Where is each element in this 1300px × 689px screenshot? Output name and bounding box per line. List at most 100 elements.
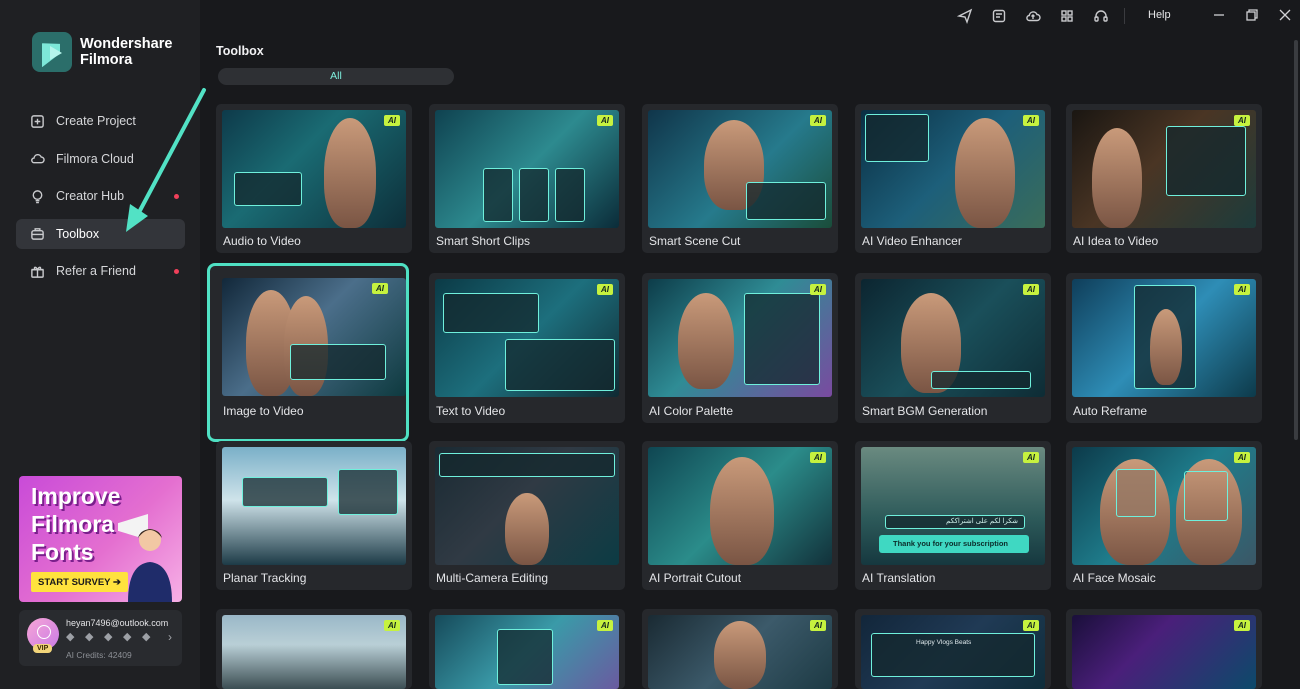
tool-card-auto-reframe[interactable]: AI Auto Reframe [1066, 273, 1262, 423]
notification-dot [174, 269, 179, 274]
ai-credits: AI Credits: 42409 [66, 650, 132, 660]
face-detect-box-illustration [1184, 471, 1228, 521]
headset-icon[interactable] [1093, 8, 1109, 24]
tool-card-planar-tracking[interactable]: Planar Tracking [216, 441, 412, 590]
text-prompt-illustration [443, 293, 539, 333]
vip-badge: VIP [33, 644, 53, 653]
notes-icon[interactable] [991, 8, 1007, 24]
ai-badge: AI [810, 620, 826, 631]
clip-frame-illustration [555, 168, 585, 222]
person-image [714, 621, 766, 689]
tool-card-smart-scene-cut[interactable]: AI Smart Scene Cut [642, 104, 838, 253]
ai-badge: AI [1234, 115, 1250, 126]
cloud-upload-icon[interactable] [1025, 8, 1041, 24]
gift-box-illustration [497, 629, 553, 685]
user-account-card[interactable]: VIP heyan7496@outlook.com ◆ ◆ ◆ ◆ ◆ AI C… [19, 610, 182, 666]
clip-frame-illustration [483, 168, 513, 222]
tool-thumbnail: Happy Vlogs Beats [861, 615, 1045, 689]
tool-card-text-to-video[interactable]: AI Text to Video [429, 273, 625, 423]
tool-card-smart-short-clips[interactable]: AI Smart Short Clips [429, 104, 625, 253]
tool-card-ai-video-enhancer[interactable]: AI AI Video Enhancer [855, 104, 1051, 253]
diamond-icon: ◆ [66, 631, 75, 643]
tool-label: AI Face Mosaic [1073, 571, 1156, 585]
tool-card-multi-camera-editing[interactable]: Multi-Camera Editing [429, 441, 625, 590]
gift-icon [30, 264, 45, 279]
ai-badge: AI [1234, 620, 1250, 631]
ui-panel-illustration [290, 344, 386, 380]
ai-badge: AI [1234, 452, 1250, 463]
membership-badges: ◆ ◆ ◆ ◆ ◆ [66, 631, 154, 643]
tool-card[interactable]: Happy Vlogs Beats AI [855, 609, 1051, 689]
ai-badge: AI [1023, 620, 1039, 631]
tool-card-ai-face-mosaic[interactable]: AI AI Face Mosaic [1066, 441, 1262, 590]
ai-badge: AI [1023, 452, 1039, 463]
tool-card-ai-idea-to-video[interactable]: AI AI Idea to Video [1066, 104, 1262, 253]
diamond-icon: ◆ [142, 631, 151, 643]
tool-thumbnail [1072, 615, 1256, 689]
tool-thumbnail [435, 615, 619, 689]
send-icon[interactable] [956, 8, 973, 25]
camera-strip-illustration [439, 453, 615, 477]
tool-card-image-to-video[interactable]: AI Image to Video [207, 263, 409, 442]
sidebar-item-label: Refer a Friend [56, 264, 136, 278]
tool-thumbnail [435, 279, 619, 397]
app-logo[interactable]: Wondershare Filmora [32, 32, 172, 72]
ai-badge: AI [810, 115, 826, 126]
ai-badge: AI [810, 284, 826, 295]
billboard-illustration [242, 477, 328, 507]
sidebar-item-refer-a-friend[interactable]: Refer a Friend [16, 256, 185, 286]
restore-icon[interactable] [1245, 8, 1259, 22]
tool-thumbnail [222, 615, 406, 689]
help-button[interactable]: Help [1148, 9, 1171, 21]
tool-label: Text to Video [436, 404, 506, 418]
tool-thumbnail [648, 110, 832, 228]
ai-badge: AI [1023, 284, 1039, 295]
tool-label: Smart Scene Cut [649, 234, 741, 248]
tool-thumbnail [861, 279, 1045, 397]
ui-panel-illustration [505, 339, 615, 391]
sidebar-item-label: Toolbox [56, 226, 100, 241]
close-icon[interactable] [1278, 8, 1292, 22]
tool-thumbnail [222, 110, 406, 228]
tool-card[interactable]: AI [1066, 609, 1262, 689]
ai-badge: AI [384, 620, 400, 631]
arabic-subtitle: شكرا لكم على اشتراككم [885, 515, 1025, 529]
tool-card[interactable]: AI [429, 609, 625, 689]
ai-badge: AI [1234, 284, 1250, 295]
tool-label: Planar Tracking [223, 571, 307, 585]
page-title: Toolbox [216, 44, 264, 58]
person-image [955, 118, 1015, 228]
tab-all[interactable]: All [218, 68, 454, 85]
start-survey-button[interactable]: START SURVEY ➔ [31, 572, 128, 592]
promo-person-illustration [128, 529, 172, 602]
ai-badge: AI [597, 620, 613, 631]
minimize-icon[interactable] [1212, 8, 1226, 22]
chevron-right-icon[interactable]: › [168, 630, 172, 644]
tool-thumbnail [1072, 447, 1256, 565]
cloud-icon [30, 151, 45, 166]
tool-thumbnail [222, 447, 406, 565]
tool-card-audio-to-video[interactable]: AI Audio to Video [216, 104, 412, 253]
sidebar-item-label: Creator Hub [56, 189, 125, 203]
toolbox-icon [30, 226, 45, 241]
tool-card-smart-bgm-generation[interactable]: AI Smart BGM Generation [855, 273, 1051, 423]
tool-label: AI Idea to Video [1073, 234, 1159, 248]
survey-promo-banner[interactable]: Improve Filmora Fonts START SURVEY ➔ [19, 476, 182, 602]
tool-thumbnail [648, 279, 832, 397]
tool-card-ai-portrait-cutout[interactable]: AI AI Portrait Cutout [642, 441, 838, 590]
arrow-annotation-icon [126, 88, 206, 232]
scrollbar[interactable] [1294, 40, 1298, 440]
tool-card[interactable]: AI [642, 609, 838, 689]
grid-icon[interactable] [1059, 8, 1075, 24]
tool-label: AI Video Enhancer [862, 234, 962, 248]
ui-panel-illustration [1166, 126, 1246, 196]
tool-card[interactable]: AI [216, 609, 412, 689]
ai-badge: AI [372, 283, 388, 294]
tool-thumbnail [222, 278, 406, 396]
person-image [505, 493, 549, 565]
tool-card-ai-translation[interactable]: شكرا لكم على اشتراككم Thank you for your… [855, 441, 1051, 590]
tool-thumbnail [648, 447, 832, 565]
user-email: heyan7496@outlook.com [66, 618, 169, 628]
tool-thumbnail [1072, 110, 1256, 228]
tool-card-ai-color-palette[interactable]: AI AI Color Palette [642, 273, 838, 423]
